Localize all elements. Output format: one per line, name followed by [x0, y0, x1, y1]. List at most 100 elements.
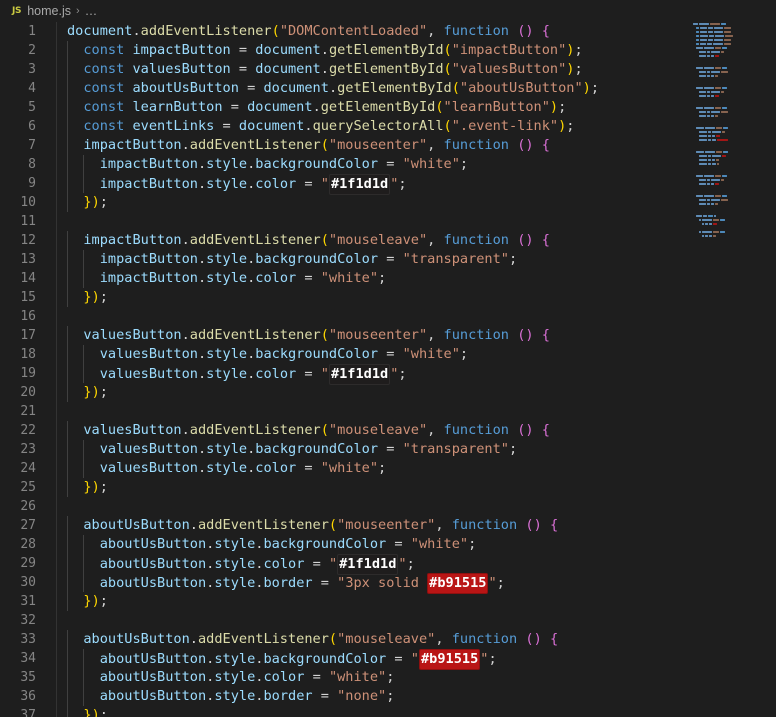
code-line[interactable]: aboutUsButton.style.backgroundColor = " #… [67, 649, 776, 670]
code-line[interactable]: const valuesButton = document.getElement… [67, 60, 776, 79]
indent-guide [83, 155, 85, 174]
minimap-token [699, 159, 707, 161]
code-line[interactable] [67, 402, 776, 421]
code-line[interactable]: impactButton.style.backgroundColor = "wh… [67, 155, 776, 174]
code-line[interactable]: const aboutUsButton = document.getElemen… [67, 79, 776, 98]
code-line[interactable]: aboutUsButton.style.border = "none"; [67, 687, 776, 706]
code-line[interactable]: valuesButton.style.color = " #1f1d1d "; [67, 364, 776, 385]
minimap-token [720, 231, 725, 233]
code-line[interactable]: }); [67, 288, 776, 307]
minimap-token [716, 159, 719, 161]
code-line[interactable]: const impactButton = document.getElement… [67, 41, 776, 60]
code-line[interactable]: impactButton.style.color = "white"; [67, 269, 776, 288]
minimap-indent [692, 67, 695, 69]
minimap-indent [692, 183, 698, 185]
minimap-token [711, 111, 720, 113]
code-line[interactable]: aboutUsButton.addEventListener("mouselea… [67, 630, 776, 649]
minimap-token [705, 235, 708, 237]
code-line[interactable]: valuesButton.addEventListener("mouseleav… [67, 421, 776, 440]
code-line[interactable]: valuesButton.style.color = "white"; [67, 459, 776, 478]
code-line[interactable]: document.addEventListener("DOMContentLoa… [67, 22, 776, 41]
code-line[interactable]: aboutUsButton.style.border = "3px solid … [67, 573, 776, 594]
code-line-text: const valuesButton = document.getElement… [83, 61, 583, 77]
color-decorator-1f1d1d[interactable]: #1f1d1d [337, 554, 399, 575]
minimap-token [700, 27, 707, 29]
breadcrumb: JS home.js › … [0, 0, 776, 22]
code-line[interactable]: aboutUsButton.style.color = "white"; [67, 668, 776, 687]
minimap-token [696, 175, 703, 177]
minimap-indent [692, 239, 698, 241]
minimap-indent [692, 163, 698, 165]
minimap-token [707, 55, 710, 57]
minimap-indent [692, 39, 695, 41]
color-decorator-b91515[interactable]: #b91515 [427, 573, 489, 594]
indent-guide [67, 193, 68, 212]
indent-guide [67, 440, 68, 459]
code-line[interactable] [67, 212, 776, 231]
minimap-token [711, 51, 720, 53]
code-line[interactable]: }); [67, 193, 776, 212]
code-line[interactable]: const learnButton = document.getElementB… [67, 98, 776, 117]
code-line[interactable]: }); [67, 706, 776, 717]
minimap-token [708, 155, 711, 157]
minimap-indent [692, 203, 698, 205]
minimap-indent [692, 179, 698, 181]
minimap-indent [692, 43, 695, 45]
code-line[interactable]: impactButton.addEventListener("mouseente… [67, 136, 776, 155]
color-decorator-1f1d1d[interactable]: #1f1d1d [328, 174, 391, 195]
minimap-token [707, 179, 710, 181]
indent-guide [83, 345, 85, 364]
editor-body: 1 2 3 4 5 6 7 8 9 10 11 12 13 14 15 16 17 18 19 20 21 22 23 24 2… [0, 22, 776, 717]
code-line[interactable]: const eventLinks = document.querySelecto… [67, 117, 776, 136]
color-decorator-b91515[interactable]: #b91515 [418, 649, 481, 670]
code-line-text: const impactButton = document.getElement… [83, 42, 583, 58]
minimap-token [707, 91, 710, 93]
line-number-gutter: 1 2 3 4 5 6 7 8 9 10 11 12 13 14 15 16 17 18 19 20 21 22 23 24 2… [0, 22, 52, 717]
indent-guide [67, 250, 68, 269]
minimap-token [704, 195, 714, 197]
code-line[interactable]: valuesButton.style.backgroundColor = "tr… [67, 440, 776, 459]
code-line[interactable]: }); [67, 478, 776, 497]
indent-guide [67, 630, 68, 649]
code-line[interactable]: impactButton.addEventListener("mouseleav… [67, 231, 776, 250]
line-number: 21 [20, 404, 36, 419]
minimap-indent [692, 51, 698, 53]
minimap-token [717, 139, 728, 141]
code-line[interactable]: impactButton.style.backgroundColor = "tr… [67, 250, 776, 269]
line-number: 31 [20, 594, 36, 609]
code-line[interactable] [67, 307, 776, 326]
breadcrumb-overflow[interactable]: … [85, 4, 98, 18]
code-line-text: valuesButton.style.color = "white"; [99, 460, 387, 476]
code-line[interactable] [67, 497, 776, 516]
code-line[interactable]: impactButton.style.color = " #1f1d1d "; [67, 174, 776, 195]
code-line[interactable]: aboutUsButton.style.color = " #1f1d1d "; [67, 554, 776, 575]
breadcrumb-file-name[interactable]: home.js [27, 4, 71, 18]
minimap-token [708, 131, 711, 133]
minimap-token [709, 235, 712, 237]
code-line[interactable]: }); [67, 592, 776, 611]
minimap-token [715, 183, 719, 185]
minimap-indent [692, 55, 698, 57]
minimap-token [721, 179, 724, 181]
minimap-token [721, 51, 724, 53]
code-line[interactable]: aboutUsButton.addEventListener("mouseent… [67, 516, 776, 535]
minimap-indent [692, 91, 698, 93]
minimap-token [716, 151, 722, 153]
indent-guide [83, 440, 85, 459]
indent-guide [83, 269, 85, 288]
indent-guide [83, 364, 85, 383]
overview-ruler[interactable] [762, 22, 776, 717]
code-line[interactable]: valuesButton.style.backgroundColor = "wh… [67, 345, 776, 364]
color-decorator-1f1d1d[interactable]: #1f1d1d [328, 364, 391, 385]
code-line[interactable]: aboutUsButton.style.backgroundColor = "w… [67, 535, 776, 554]
code-line[interactable]: }); [67, 383, 776, 402]
minimap-token [721, 71, 728, 73]
minimap-token [699, 183, 706, 185]
minimap-token [707, 75, 710, 77]
code-line[interactable]: valuesButton.addEventListener("mouseente… [67, 326, 776, 345]
code-line[interactable] [67, 611, 776, 630]
minimap-token [704, 107, 714, 109]
minimap-token [696, 107, 703, 109]
code-content[interactable]: document.addEventListener("DOMContentLoa… [57, 22, 776, 717]
indent-guide [83, 649, 85, 668]
